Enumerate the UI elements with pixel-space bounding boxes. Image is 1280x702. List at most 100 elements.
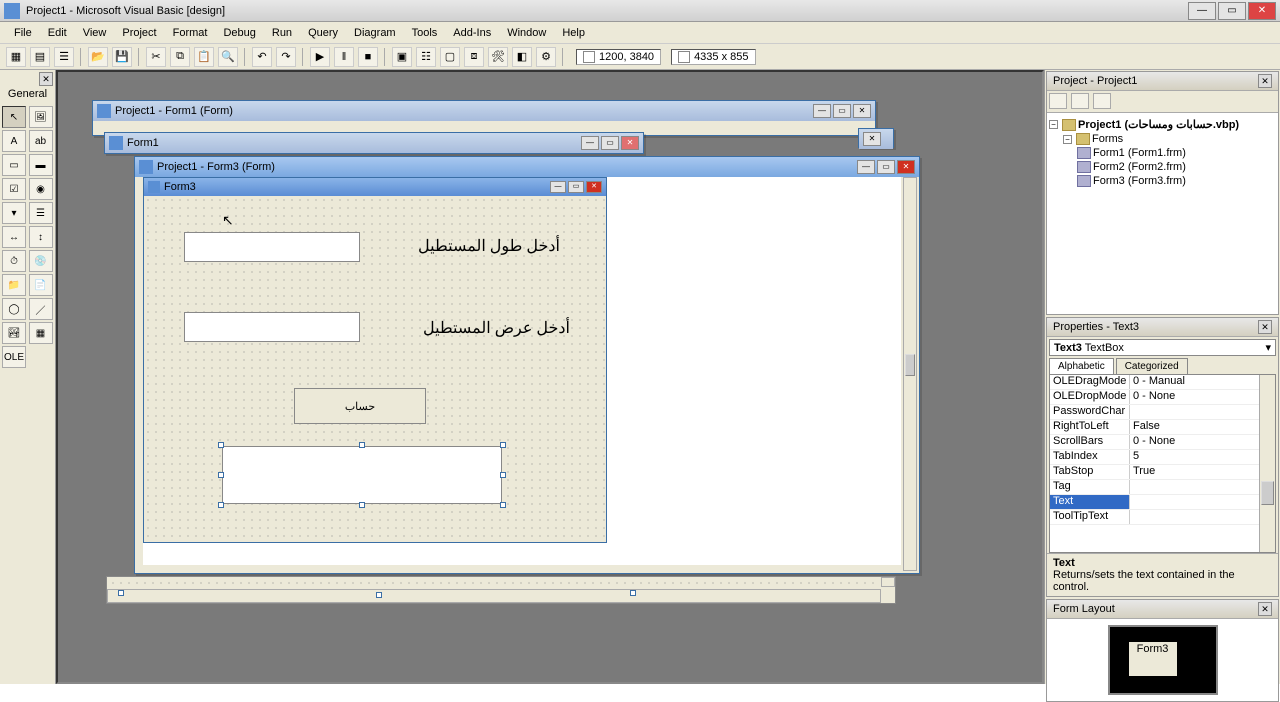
textbox-length[interactable] <box>184 232 360 262</box>
picturebox-tool[interactable]: 🖼 <box>29 106 53 128</box>
menu-query[interactable]: Query <box>300 25 346 41</box>
resize-handle[interactable] <box>118 590 124 596</box>
designer-vscrollbar[interactable] <box>903 177 917 571</box>
tab-alphabetic[interactable]: Alphabetic <box>1049 358 1114 374</box>
timer-tool[interactable]: ⏱ <box>2 250 26 272</box>
prop-value[interactable]: 0 - None <box>1130 435 1259 449</box>
view-code-button[interactable] <box>1049 93 1067 109</box>
close-button[interactable]: ✕ <box>897 160 915 174</box>
prop-value-selected[interactable] <box>1130 495 1259 509</box>
listbox-tool[interactable]: ☰ <box>29 202 53 224</box>
resize-handle[interactable] <box>376 592 382 598</box>
form1-designer-window[interactable]: Project1 - Form1 (Form) — ▭ ✕ <box>92 100 876 136</box>
maximize-button[interactable]: ▭ <box>568 181 584 193</box>
textbox-tool[interactable]: ab <box>29 130 53 152</box>
prop-key[interactable]: OLEDropMode <box>1050 390 1130 404</box>
prop-value[interactable] <box>1130 480 1259 494</box>
object-selector[interactable]: Text3 TextBox ▾ <box>1049 339 1276 356</box>
maximize-button[interactable]: ▭ <box>601 136 619 150</box>
prop-key[interactable]: TabIndex <box>1050 450 1130 464</box>
prop-key[interactable]: RightToLeft <box>1050 420 1130 434</box>
tree-item-form2[interactable]: Form2 (Form2.frm) <box>1093 161 1186 173</box>
object-browser-button[interactable]: ⧈ <box>464 47 484 67</box>
properties-close-button[interactable]: ✕ <box>1258 320 1272 334</box>
menu-editor-button[interactable]: ☰ <box>54 47 74 67</box>
minimize-button[interactable]: — <box>1188 2 1216 20</box>
properties-button[interactable]: ☷ <box>416 47 436 67</box>
collapse-icon[interactable]: − <box>1049 120 1058 129</box>
prop-value[interactable] <box>1130 510 1259 524</box>
checkbox-tool[interactable]: ☑ <box>2 178 26 200</box>
menu-tools[interactable]: Tools <box>404 25 446 41</box>
paste-button[interactable]: 📋 <box>194 47 214 67</box>
close-button[interactable]: ✕ <box>586 181 602 193</box>
combobox-tool[interactable]: ▾ <box>2 202 26 224</box>
resize-handle[interactable] <box>218 502 224 508</box>
form-layout-button[interactable]: ▢ <box>440 47 460 67</box>
project-explorer-button[interactable]: ▣ <box>392 47 412 67</box>
menu-run[interactable]: Run <box>264 25 300 41</box>
toggle-folders-button[interactable] <box>1093 93 1111 109</box>
maximize-button[interactable]: ▭ <box>833 104 851 118</box>
menu-project[interactable]: Project <box>114 25 164 41</box>
menu-edit[interactable]: Edit <box>40 25 75 41</box>
dataview-button[interactable]: ◧ <box>512 47 532 67</box>
menu-debug[interactable]: Debug <box>215 25 263 41</box>
resize-handle[interactable] <box>359 442 365 448</box>
properties-grid[interactable]: OLEDragMode0 - Manual OLEDropMode0 - Non… <box>1050 375 1259 552</box>
prop-value[interactable] <box>1130 405 1259 419</box>
textbox-result[interactable] <box>222 446 502 504</box>
calculate-button[interactable]: حساب <box>294 388 426 424</box>
textbox-width[interactable] <box>184 312 360 342</box>
tree-item-form1[interactable]: Form1 (Form1.frm) <box>1093 147 1186 159</box>
shape-tool[interactable]: ◯ <box>2 298 26 320</box>
menu-file[interactable]: File <box>6 25 40 41</box>
undo-button[interactable]: ↶ <box>252 47 272 67</box>
resize-handle[interactable] <box>500 472 506 478</box>
mini-form[interactable]: Form3 <box>1128 641 1178 677</box>
minimize-button[interactable]: — <box>581 136 599 150</box>
prop-key[interactable]: ScrollBars <box>1050 435 1130 449</box>
menu-window[interactable]: Window <box>499 25 554 41</box>
prop-key[interactable]: OLEDragMode <box>1050 375 1130 389</box>
drivelistbox-tool[interactable]: 💿 <box>29 250 53 272</box>
dirlistbox-tool[interactable]: 📁 <box>2 274 26 296</box>
ole-tool[interactable]: OLE <box>2 346 26 368</box>
form-layout-close-button[interactable]: ✕ <box>1258 602 1272 616</box>
menu-help[interactable]: Help <box>554 25 593 41</box>
prop-key[interactable]: TabStop <box>1050 465 1130 479</box>
toolbox-close-button[interactable]: ✕ <box>39 72 53 86</box>
cut-button[interactable]: ✂ <box>146 47 166 67</box>
resize-handle[interactable] <box>500 442 506 448</box>
hidden-window[interactable]: ✕ <box>858 128 894 148</box>
menu-format[interactable]: Format <box>165 25 216 41</box>
add-project-button[interactable]: ▦ <box>6 47 26 67</box>
minimize-button[interactable]: — <box>550 181 566 193</box>
properties-vscrollbar[interactable] <box>1259 375 1275 552</box>
menu-addins[interactable]: Add-Ins <box>445 25 499 41</box>
end-button[interactable]: ■ <box>358 47 378 67</box>
break-button[interactable]: ‖ <box>334 47 354 67</box>
project-close-button[interactable]: ✕ <box>1258 74 1272 88</box>
form3-designer-window[interactable]: Project1 - Form3 (Form) — ▭ ✕ Form3 — <box>134 156 920 574</box>
optionbutton-tool[interactable]: ◉ <box>29 178 53 200</box>
prop-key[interactable]: PasswordChar <box>1050 405 1130 419</box>
data-tool[interactable]: ▦ <box>29 322 53 344</box>
resize-handle[interactable] <box>218 442 224 448</box>
toolbox-button[interactable]: 🛠 <box>488 47 508 67</box>
hscrollbar[interactable] <box>107 589 881 603</box>
minimize-button[interactable]: — <box>813 104 831 118</box>
tree-item-form3[interactable]: Form3 (Form3.frm) <box>1093 175 1186 187</box>
close-button[interactable]: ✕ <box>621 136 639 150</box>
component-button[interactable]: ⚙ <box>536 47 556 67</box>
resize-handle[interactable] <box>359 502 365 508</box>
filelistbox-tool[interactable]: 📄 <box>29 274 53 296</box>
label-width[interactable]: أدخل عرض المستطيل <box>400 318 570 338</box>
save-button[interactable]: 💾 <box>112 47 132 67</box>
form-grid[interactable]: ↖ أدخل طول المستطيل أدخل عرض المستطيل حس… <box>144 196 606 542</box>
commandbutton-tool[interactable]: ▬ <box>29 154 53 176</box>
form-layout-body[interactable]: Form3 <box>1047 619 1278 701</box>
prop-key-selected[interactable]: Text <box>1050 495 1130 509</box>
tab-categorized[interactable]: Categorized <box>1116 358 1188 374</box>
menu-view[interactable]: View <box>75 25 115 41</box>
